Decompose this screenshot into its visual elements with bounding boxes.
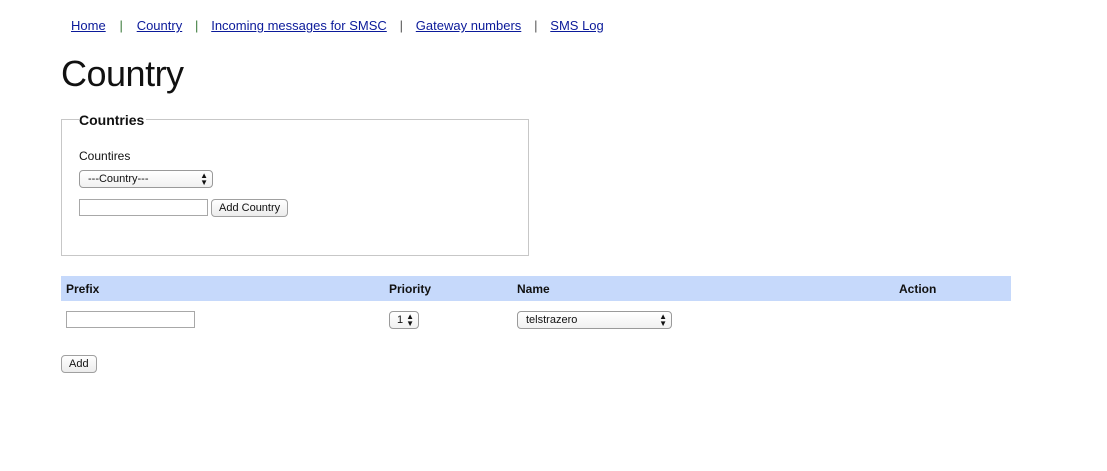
page-title: Country	[61, 53, 184, 94]
nav-country-link[interactable]: Country	[137, 18, 183, 33]
page: Home | Country | Incoming messages for S…	[0, 0, 1107, 471]
countries-legend: Countries	[79, 111, 147, 129]
up-down-chevron-icon: ▲ ▼	[406, 312, 414, 328]
add-country-button[interactable]: Add Country	[211, 199, 289, 217]
nav-separator: |	[399, 18, 403, 33]
top-nav: Home | Country | Incoming messages for S…	[71, 18, 604, 33]
country-select[interactable]: ---Country--- ▲ ▼	[79, 170, 213, 188]
priority-select[interactable]: 1 ▲ ▼	[389, 311, 419, 329]
new-country-input[interactable]	[79, 199, 208, 216]
prefix-input[interactable]	[66, 311, 195, 328]
nav-separator: |	[534, 18, 538, 33]
column-header-prefix: Prefix	[66, 282, 100, 296]
add-row-button[interactable]: Add	[61, 355, 97, 373]
column-header-priority: Priority	[389, 282, 432, 296]
country-select-value: ---Country---	[88, 173, 149, 185]
nav-sms-log-link[interactable]: SMS Log	[550, 18, 603, 33]
nav-separator: |	[119, 18, 123, 33]
nav-home-link[interactable]: Home	[71, 18, 106, 33]
name-select-value: telstrazero	[526, 314, 578, 326]
column-header-action: Action	[899, 282, 937, 296]
nav-incoming-messages-link[interactable]: Incoming messages for SMSC	[211, 18, 387, 33]
up-down-chevron-icon: ▲ ▼	[200, 171, 208, 187]
column-header-name: Name	[517, 282, 550, 296]
up-down-chevron-icon: ▲ ▼	[659, 312, 667, 328]
nav-gateway-numbers-link[interactable]: Gateway numbers	[416, 18, 522, 33]
table-header-row: Prefix Priority Name Action	[61, 276, 1011, 301]
priority-select-value: 1	[397, 314, 404, 326]
countries-select-label: Countires	[79, 149, 131, 163]
name-select[interactable]: telstrazero ▲ ▼	[517, 311, 672, 329]
nav-separator: |	[195, 18, 199, 33]
